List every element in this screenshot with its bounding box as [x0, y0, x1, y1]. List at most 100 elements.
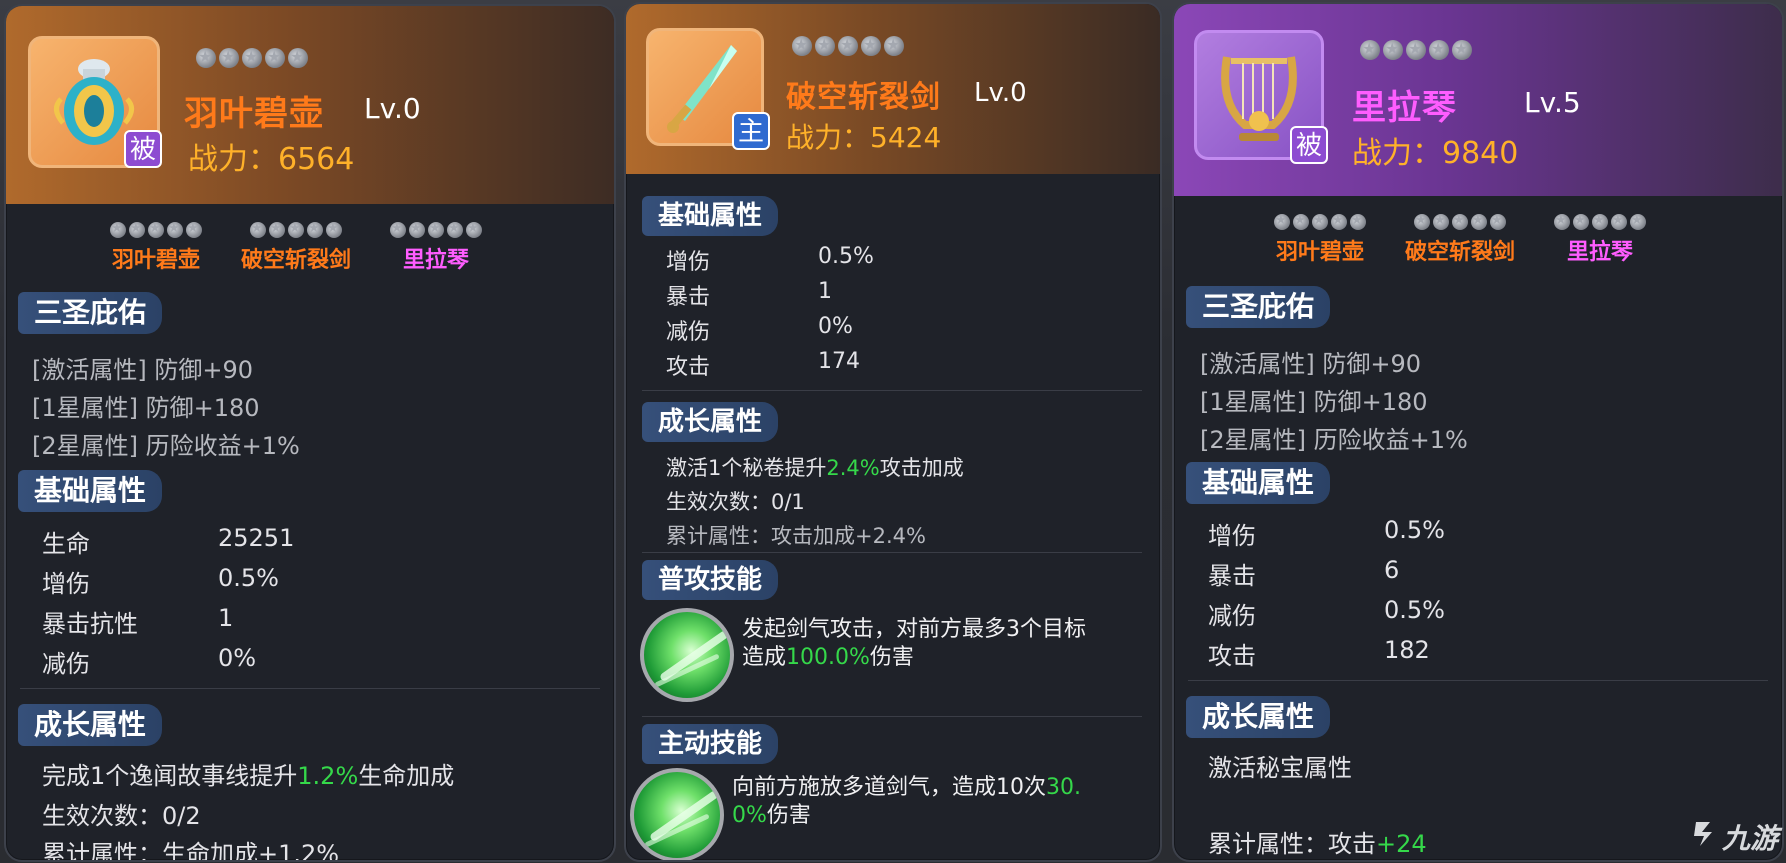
star-icon [186, 221, 202, 238]
star-icon [792, 35, 812, 56]
item-name: 羽叶碧壶 [184, 94, 324, 134]
stat-label: 减伤 [42, 650, 90, 678]
stat-row: 生命 25251 [42, 524, 442, 559]
item-power: 战力：6564 [188, 142, 355, 177]
trinity-value: 防御+90 [154, 356, 254, 384]
growth-desc: 完成1个逸闻故事线提升1.2%生命加成 [42, 756, 454, 791]
star-icon [269, 221, 285, 238]
watermark: 九游 [1690, 817, 1778, 857]
section-active-skill: 主动技能 [642, 724, 779, 764]
star-icon [326, 221, 342, 238]
section-growth: 成长属性 [642, 402, 779, 442]
skill-text: 造成 [742, 645, 787, 670]
stat-row: 暴击抗性 1 [42, 604, 442, 639]
star-icon [265, 47, 285, 68]
set-item[interactable]: 里拉琴 [366, 221, 506, 274]
growth-text: 完成1个逸闻故事线提升 [42, 762, 298, 790]
stat-value: 0% [218, 644, 257, 672]
growth-bonus: 1.2% [297, 762, 359, 790]
card-header: 被 羽叶碧壶 Lv.0 战力：6564 [6, 6, 614, 204]
trinity-row: [激活属性] 防御+90 [1200, 344, 1421, 379]
item-card-lyre: 被 里拉琴 Lv.5 战力：9840 羽叶碧壶 破空斩裂剑 [1172, 2, 1784, 862]
star-icon [838, 35, 858, 56]
set-item[interactable]: 破空斩裂剑 [1390, 213, 1530, 266]
divider [642, 390, 1142, 391]
stat-row: 减伤 0% [42, 644, 442, 679]
star-rating [86, 221, 226, 238]
star-icon [1383, 39, 1403, 60]
stat-label: 增伤 [666, 250, 711, 275]
star-icon [307, 221, 323, 238]
growth-count: 生效次数：0/1 [666, 490, 805, 514]
star-icon [1592, 213, 1608, 230]
set-item[interactable]: 羽叶碧壶 [1250, 213, 1390, 266]
stat-label: 生命 [42, 530, 90, 558]
stat-row: 减伤 0.5% [1208, 596, 1608, 631]
growth-total: 累计属性：攻击加成+2.4% [666, 524, 926, 548]
stat-row: 暴击 6 [1208, 556, 1608, 591]
item-level: Lv.0 [974, 78, 1027, 108]
star-icon [1573, 213, 1589, 230]
set-item-name: 羽叶碧壶 [111, 248, 200, 273]
trinity-row: [2星属性] 历险收益+1% [1200, 420, 1468, 455]
trinity-value: 防御+90 [1322, 350, 1422, 378]
star-icon [1360, 39, 1380, 60]
sword-skill-icon[interactable] [630, 768, 724, 860]
star-icon [1611, 213, 1627, 230]
growth-text: 累计属性：攻击 [1208, 830, 1376, 858]
trinity-row: [激活属性] 防御+90 [32, 350, 253, 385]
divider [20, 688, 600, 689]
section-base: 基础属性 [18, 470, 163, 512]
growth-text: 激活1个秘卷提升 [666, 456, 827, 480]
set-item[interactable]: 破空斩裂剑 [226, 221, 366, 274]
set-item[interactable]: 羽叶碧壶 [86, 221, 226, 274]
star-icon [1406, 39, 1426, 60]
star-icon [1490, 213, 1506, 230]
stat-value: 1 [818, 279, 832, 304]
stat-row: 增伤 0.5% [42, 564, 442, 599]
growth-desc: 激活1个秘卷提升2.4%攻击加成 [666, 452, 964, 482]
star-rating [1390, 213, 1530, 230]
item-name: 里拉琴 [1352, 88, 1457, 128]
skill-text: 伤害 [766, 803, 811, 828]
skill-damage: 30. [1046, 775, 1081, 800]
set-item-name: 里拉琴 [402, 248, 469, 273]
section-normal-skill: 普攻技能 [642, 560, 779, 600]
star-icon [1471, 213, 1487, 230]
stat-row: 攻击 182 [1208, 636, 1608, 671]
skill-text-line: 向前方施放多道剑气，造成10次30. [732, 774, 1081, 802]
star-icon [1312, 213, 1328, 230]
trinity-value: 历险收益+1% [145, 432, 300, 460]
star-icon [110, 221, 126, 238]
set-item-name: 里拉琴 [1566, 240, 1633, 265]
section-growth: 成长属性 [1186, 696, 1331, 738]
star-icon [250, 221, 266, 238]
trinity-value: 历险收益+1% [1313, 426, 1468, 454]
stat-label: 暴击 [1208, 562, 1256, 590]
trinity-label: [1星属性] [1200, 388, 1306, 416]
stat-value: 0.5% [1384, 516, 1445, 544]
jiuyou-logo-icon [1690, 818, 1720, 855]
stat-value: 174 [818, 349, 860, 374]
trinity-label: [2星属性] [1200, 426, 1306, 454]
section-trinity: 三圣庇佑 [1186, 286, 1331, 328]
trinity-label: [1星属性] [32, 394, 138, 422]
sword-skill-icon[interactable] [640, 608, 734, 702]
growth-desc: 激活秘宝属性 [1208, 754, 1352, 782]
star-rating [1360, 39, 1472, 60]
set-item[interactable]: 里拉琴 [1530, 213, 1670, 266]
stat-value: 6 [1384, 556, 1400, 584]
stat-value: 182 [1384, 636, 1430, 664]
star-icon [1452, 39, 1472, 60]
skill-damage: 0% [732, 803, 767, 828]
item-name: 破空斩裂剑 [786, 80, 941, 115]
star-icon [428, 221, 444, 238]
stat-label: 攻击 [666, 355, 711, 380]
star-icon [288, 47, 308, 68]
item-card-sword: 主 破空斩裂剑 Lv.0 战力：5424 基础属性 增伤 0.5% 暴击 1 减… [624, 2, 1162, 862]
star-icon [242, 47, 262, 68]
stat-value: 0.5% [218, 564, 279, 592]
set-item-name: 羽叶碧壶 [1275, 240, 1364, 265]
star-icon [196, 47, 216, 68]
section-trinity: 三圣庇佑 [18, 292, 163, 334]
